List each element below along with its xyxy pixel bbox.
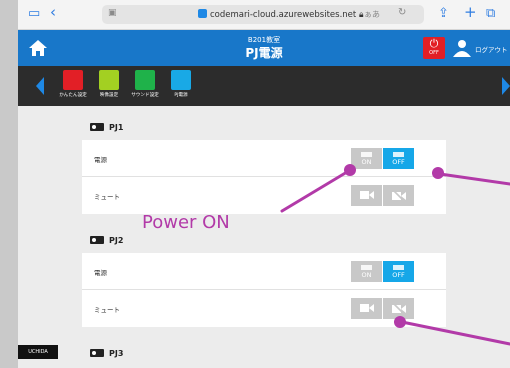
annotation-dot-power-on <box>344 164 356 176</box>
annotation-dot-mute <box>394 316 406 328</box>
annotation-line-power-off <box>438 172 510 186</box>
power-on-annotation: Power ON <box>142 212 230 233</box>
annotation-dot-power-off <box>432 167 444 179</box>
annotation-line-mute <box>400 320 510 346</box>
annotation-line-power-on <box>280 170 349 213</box>
annotation-overlay <box>280 164 510 346</box>
